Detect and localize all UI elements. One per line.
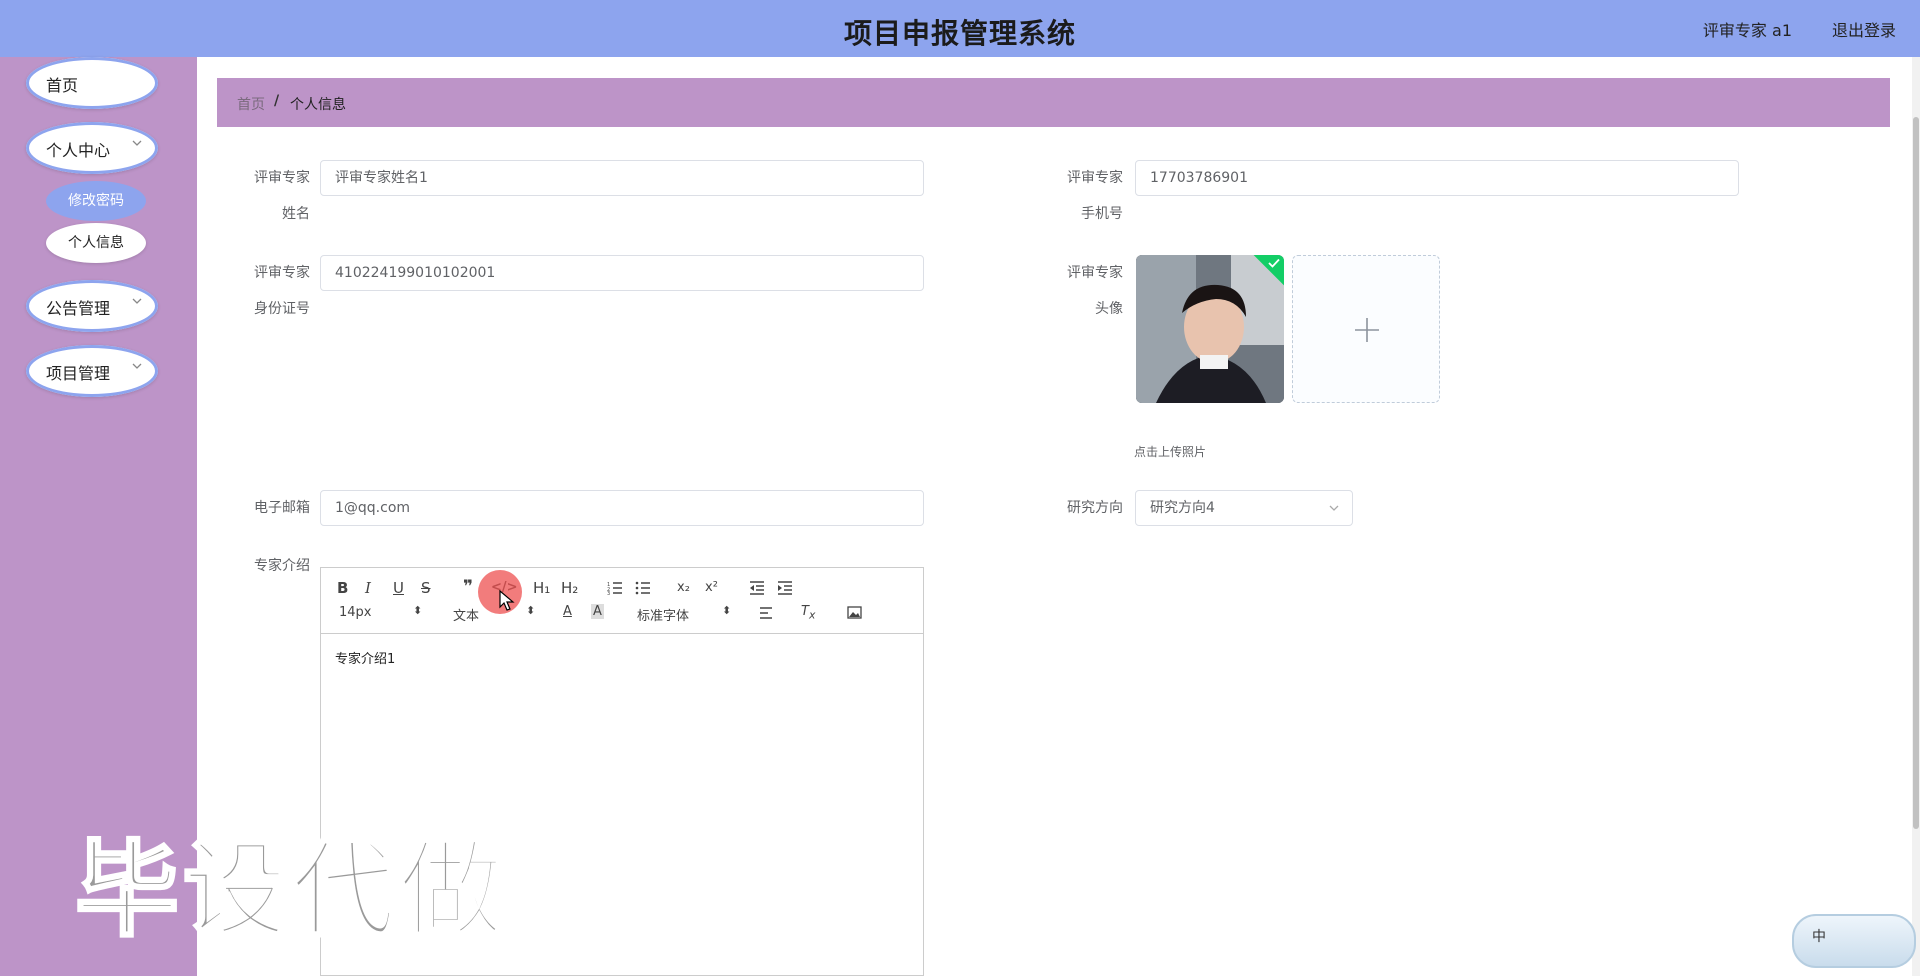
current-user-label: 评审专家 a1 [1702,21,1792,40]
align-icon[interactable] [759,607,773,619]
subscript-button[interactable]: x₂ [677,580,690,595]
clear-format-icon[interactable]: Tx [801,604,815,622]
research-direction-label: 研究方向 [1067,500,1123,516]
chevron-down-icon [132,298,142,304]
breadcrumb: 首页 / 个人信息 [217,78,1890,127]
mouse-pointer-icon [499,590,515,611]
expert-name-input[interactable]: 评审专家姓名1 [320,160,924,196]
font-color-icon[interactable]: A [563,604,572,619]
bullet-list-icon[interactable] [635,581,651,595]
breadcrumb-current: 个人信息 [290,97,346,113]
id-number-label: 评审专家 [254,265,310,281]
sidebar-item-label: 个人中心 [46,141,111,160]
page-scrollbar[interactable] [1912,57,1920,976]
phone-label: 评审专家 [1067,170,1123,186]
sidebar-item-projects[interactable]: 项目管理 [26,345,158,397]
blockquote-button[interactable]: ❞ [463,577,473,597]
image-icon[interactable] [847,606,862,619]
breadcrumb-home-link[interactable]: 首页 [237,94,265,114]
editor-toolbar: B I U S ❞ </> H₁ H₂ 123 x₂ x² 14px ⬍ 文本 … [321,568,923,634]
sidebar-item-announcements[interactable]: 公告管理 [26,280,158,332]
plus-icon [1355,318,1379,342]
research-direction-value: 研究方向4 [1150,500,1215,516]
logout-link[interactable]: 退出登录 [1832,17,1896,41]
sidebar-item-label: 公告管理 [46,299,111,318]
text-type-arrows-icon[interactable]: ⬍ [526,604,535,617]
strike-button[interactable]: S [421,579,431,597]
chevron-down-icon [132,140,142,146]
upload-avatar-button[interactable] [1292,255,1440,403]
check-icon [1268,258,1280,268]
background-color-icon[interactable]: A [591,604,604,619]
outdent-icon[interactable] [749,581,765,595]
email-label: 电子邮箱 [254,500,310,516]
sidebar-item-home[interactable]: 首页 [26,57,158,109]
font-size-arrows-icon[interactable]: ⬍ [413,604,422,617]
name-label-line2: 姓名 [282,206,310,222]
sidebar-subitem-personal-info[interactable]: 个人信息 [46,223,146,263]
expert-id-number-input[interactable]: 410224199010102001 [320,255,924,291]
sidebar-subitem-change-password[interactable]: 修改密码 [46,181,146,221]
watermark: 毕设代做 [73,828,508,953]
email-input[interactable]: 1@qq.com [320,490,924,526]
avatar-label: 评审专家 [1067,265,1123,281]
avatar-label-line2: 头像 [1095,301,1123,317]
avatar-image[interactable] [1136,255,1284,403]
chevron-down-icon [1329,505,1339,511]
heading1-button[interactable]: H₁ [533,579,550,597]
upload-tip: 点击上传照片 [1134,445,1207,459]
research-direction-select[interactable]: 研究方向4 [1135,490,1353,526]
ordered-list-icon[interactable]: 123 [607,581,623,595]
intro-label: 专家介绍 [254,558,310,574]
svg-text:3: 3 [607,591,610,595]
editor-content[interactable]: 专家介绍1 [335,648,395,667]
font-family-arrows-icon[interactable]: ⬍ [722,604,731,617]
superscript-button[interactable]: x² [705,580,718,595]
ime-widget[interactable]: 中 [1792,914,1916,968]
font-size-select[interactable]: 14px [339,605,372,620]
phone-label-line2: 手机号 [1081,206,1123,222]
scrollbar-thumb[interactable] [1913,117,1919,829]
name-label: 评审专家 [254,170,310,186]
breadcrumb-separator: / [274,93,280,109]
bold-button[interactable]: B [337,579,348,597]
avatar-photo [1136,255,1284,403]
sidebar-item-personal-center[interactable]: 个人中心 [26,122,158,174]
italic-button[interactable]: I [365,579,371,597]
app-title: 项目申报管理系统 [843,17,1076,50]
ime-mode: 中 [1812,929,1826,945]
id-number-label-line2: 身份证号 [254,301,310,317]
underline-button[interactable]: U [393,579,404,597]
indent-icon[interactable] [777,581,793,595]
sidebar-item-label: 项目管理 [46,364,111,383]
heading2-button[interactable]: H₂ [561,579,578,597]
text-type-select[interactable]: 文本 [453,605,479,624]
top-header: 项目申报管理系统 评审专家 a1 退出登录 [0,0,1920,57]
expert-phone-input[interactable]: 17703786901 [1135,160,1739,196]
sidebar-item-label: 首页 [46,76,79,95]
font-family-select[interactable]: 标准字体 [637,605,689,624]
chevron-down-icon [132,363,142,369]
